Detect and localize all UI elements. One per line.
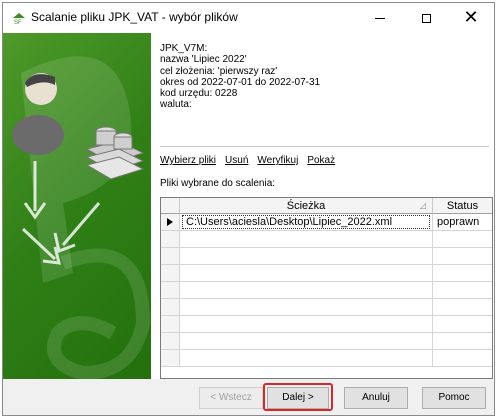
info-name: nazwa 'Lipiec 2022' xyxy=(160,54,247,66)
row-header xyxy=(161,248,180,264)
files-table[interactable]: Ścieżka ◿ Status C:\Users\aciesla\Deskto… xyxy=(160,197,493,379)
row-header xyxy=(161,350,180,366)
wizard-content: JPK_V7M: nazwa 'Lipiec 2022' cel złożeni… xyxy=(151,33,494,379)
wizard-illustration xyxy=(12,56,151,379)
path-cell xyxy=(180,333,433,349)
close-button[interactable]: ✕ xyxy=(448,3,494,33)
sort-indicator-icon: ◿ xyxy=(419,201,426,210)
status-cell[interactable]: poprawn xyxy=(433,214,492,230)
status-cell xyxy=(433,316,492,332)
info-office-code: kod urzędu: 0228 xyxy=(160,88,238,100)
table-row-empty xyxy=(161,265,492,282)
info-purpose: cel złożenia: 'pierwszy raz' xyxy=(160,65,278,77)
status-cell xyxy=(433,333,492,349)
current-row-icon xyxy=(167,218,173,226)
window-title: Scalanie pliku JPK_VAT - wybór plików xyxy=(31,10,238,24)
row-header xyxy=(161,231,180,247)
column-header-path[interactable]: Ścieżka ◿ xyxy=(180,198,433,214)
select-files-link[interactable]: Wybierz pliki xyxy=(160,155,216,166)
table-row[interactable]: C:\Users\aciesla\Desktop\Lipiec_2022.xml… xyxy=(161,214,492,231)
maximize-icon xyxy=(421,13,431,23)
close-icon: ✕ xyxy=(463,7,479,28)
dialog-window: SF Scalanie pliku JPK_VAT - wybór plików… xyxy=(2,2,495,416)
row-header xyxy=(161,333,180,349)
status-cell xyxy=(433,299,492,315)
svg-text:SF: SF xyxy=(14,20,22,25)
status-cell xyxy=(433,282,492,298)
file-actions: Wybierz pliki Usuń Weryfikuj Pokaż xyxy=(160,155,344,166)
focus-rectangle xyxy=(182,215,430,229)
files-label: Pliki wybrane do scalenia: xyxy=(160,178,276,189)
wizard-side-graphic xyxy=(3,33,151,379)
row-header xyxy=(161,299,180,315)
row-header-corner xyxy=(161,198,180,214)
status-cell xyxy=(433,248,492,264)
path-cell xyxy=(180,350,433,366)
status-value: poprawn xyxy=(437,216,480,228)
status-cell xyxy=(433,350,492,366)
info-period: okres od 2022-07-01 do 2022-07-31 xyxy=(160,76,321,88)
separator xyxy=(160,146,489,147)
table-row-empty xyxy=(161,282,492,299)
show-link[interactable]: Pokaż xyxy=(307,155,335,166)
info-form-code: JPK_V7M: xyxy=(160,43,208,54)
column-header-status[interactable]: Status xyxy=(433,198,492,214)
row-header xyxy=(161,316,180,332)
row-header xyxy=(161,265,180,281)
table-row-empty xyxy=(161,350,492,367)
path-cell xyxy=(180,316,433,332)
next-button-highlight xyxy=(263,383,333,411)
path-cell[interactable]: C:\Users\aciesla\Desktop\Lipiec_2022.xml xyxy=(180,214,433,230)
help-button[interactable]: Pomoc xyxy=(422,387,486,409)
minimize-icon xyxy=(375,17,385,19)
verify-link[interactable]: Weryfikuj xyxy=(257,155,298,166)
path-cell xyxy=(180,231,433,247)
table-row-empty xyxy=(161,231,492,248)
row-header[interactable] xyxy=(161,214,180,230)
table-row-empty xyxy=(161,316,492,333)
minimize-button[interactable] xyxy=(357,3,403,33)
jpk-info-block: JPK_V7M: nazwa 'Lipiec 2022' cel złożeni… xyxy=(160,43,320,111)
status-cell xyxy=(433,265,492,281)
row-header xyxy=(161,282,180,298)
path-cell xyxy=(180,282,433,298)
path-cell xyxy=(180,248,433,264)
table-row-empty xyxy=(161,248,492,265)
table-row-empty xyxy=(161,299,492,316)
table-row-empty xyxy=(161,333,492,350)
title-bar[interactable]: SF Scalanie pliku JPK_VAT - wybór plików… xyxy=(3,3,494,33)
path-cell xyxy=(180,299,433,315)
remove-link[interactable]: Usuń xyxy=(225,155,248,166)
maximize-button[interactable] xyxy=(403,3,449,33)
path-cell xyxy=(180,265,433,281)
column-header-path-label: Ścieżka xyxy=(286,200,326,212)
info-currency: waluta: xyxy=(160,99,192,111)
back-button[interactable]: < Wstecz xyxy=(199,387,263,409)
status-cell xyxy=(433,231,492,247)
jpk-app-icon: SF xyxy=(12,12,26,25)
cancel-button[interactable]: Anuluj xyxy=(344,387,408,409)
